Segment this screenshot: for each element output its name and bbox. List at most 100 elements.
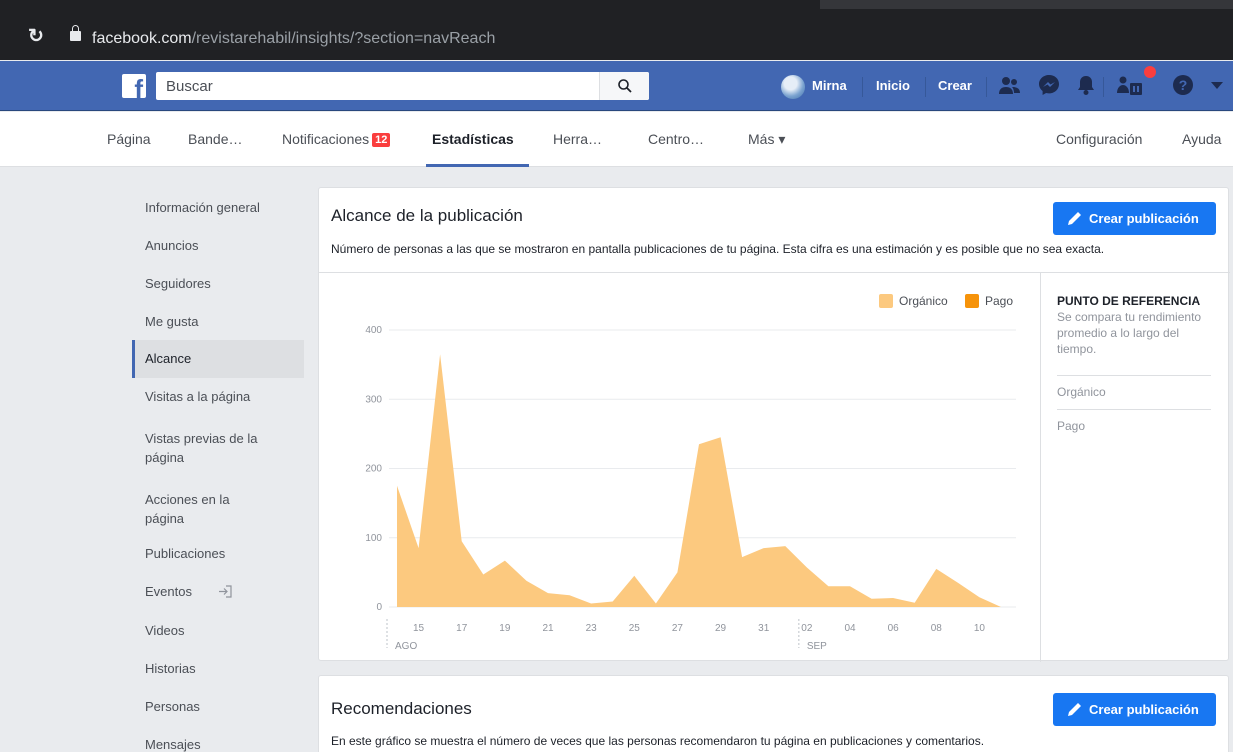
x-tick-label: 15 — [413, 623, 425, 634]
address-bar[interactable]: facebook.com/revistarehabil/insights/?se… — [92, 29, 495, 49]
card-title: Recomendaciones — [331, 699, 472, 718]
home-link[interactable]: Inicio — [876, 61, 910, 111]
y-tick-label: 0 — [376, 602, 382, 613]
card-description: Número de personas a las que se mostraro… — [331, 242, 1105, 256]
tab-notifications-label: Notificaciones — [282, 131, 370, 147]
y-tick-label: 300 — [365, 394, 382, 405]
create-post-button[interactable]: Crear publicación — [1053, 202, 1216, 235]
sidebar-item-reach[interactable]: Alcance — [132, 340, 304, 378]
page-roles-icon[interactable] — [1116, 74, 1146, 98]
benchmark-panel: PUNTO DE REFERENCIA Se compara tu rendim… — [1040, 272, 1230, 662]
x-tick-label: 08 — [931, 623, 943, 634]
create-post-label: Crear publicación — [1089, 702, 1199, 717]
external-link-icon — [219, 585, 232, 598]
card-title: Alcance de la publicación — [331, 206, 523, 225]
pencil-icon — [1068, 703, 1081, 716]
page-tabs-bar: Página Bande… Notificaciones 12 Estadísti… — [0, 112, 1233, 167]
sidebar-item-likes[interactable]: Me gusta — [132, 312, 304, 331]
legend-label: Orgánico — [899, 294, 948, 308]
month-label: AGO — [395, 641, 417, 652]
sidebar-item-messages[interactable]: Mensajes — [132, 735, 304, 752]
sidebar-item-followers[interactable]: Seguidores — [132, 274, 304, 293]
profile-link[interactable]: Mirna — [812, 61, 847, 111]
facebook-top-bar: f Buscar Mirna Inicio Crear ? — [0, 61, 1233, 111]
account-menu-caret-icon[interactable] — [1211, 82, 1223, 90]
url-path: /revistarehabil/insights/?section=navRea… — [191, 30, 496, 47]
series-area-organic — [397, 354, 1001, 607]
messenger-icon[interactable] — [1038, 74, 1060, 96]
sidebar-item-overview[interactable]: Información general — [132, 198, 304, 217]
lock-icon[interactable] — [70, 25, 81, 41]
x-tick-label: 06 — [888, 623, 900, 634]
sidebar-item-events[interactable]: Eventos — [132, 582, 304, 601]
x-tick-label: 02 — [801, 623, 813, 634]
sidebar-item-page-views[interactable]: Visitas a la página — [132, 387, 304, 406]
friend-requests-icon[interactable] — [998, 74, 1022, 96]
x-tick-label: 23 — [586, 623, 598, 634]
tab-inbox[interactable]: Bande… — [188, 130, 242, 148]
benchmark-organic-label[interactable]: Orgánico — [1057, 385, 1106, 399]
month-label: SEP — [807, 641, 827, 652]
legend-swatch — [965, 294, 979, 308]
legend-label: Pago — [985, 294, 1013, 308]
search-box[interactable]: Buscar — [156, 72, 649, 100]
sidebar-item-stories[interactable]: Historias — [132, 659, 304, 678]
x-tick-label: 17 — [456, 623, 468, 634]
benchmark-text: Se compara tu rendimiento promedio a lo … — [1057, 310, 1202, 356]
svg-text:?: ? — [1179, 77, 1188, 93]
post-reach-card: Alcance de la publicación Número de pers… — [318, 187, 1230, 663]
notification-count-badge: 12 — [372, 133, 391, 147]
x-tick-label: 19 — [499, 623, 511, 634]
x-tick-label: 25 — [629, 623, 641, 634]
sidebar-item-videos[interactable]: Videos — [132, 621, 304, 640]
pencil-icon — [1068, 212, 1081, 225]
browser-tab-strip — [0, 0, 1233, 9]
tab-page[interactable]: Página — [107, 130, 151, 148]
search-icon — [618, 79, 632, 93]
x-tick-label: 29 — [715, 623, 727, 634]
create-post-button[interactable]: Crear publicación — [1053, 693, 1216, 726]
legend-swatch — [879, 294, 893, 308]
y-tick-label: 200 — [365, 464, 382, 475]
facebook-logo-icon[interactable]: f — [122, 74, 146, 102]
sidebar-item-people[interactable]: Personas — [132, 697, 304, 716]
help-icon[interactable]: ? — [1172, 74, 1194, 96]
search-button[interactable] — [599, 72, 649, 100]
x-tick-label: 10 — [974, 623, 986, 634]
sidebar-item-page-actions[interactable]: Acciones en la página — [132, 490, 262, 528]
avatar[interactable] — [781, 75, 805, 99]
x-tick-label: 31 — [758, 623, 770, 634]
y-tick-label: 400 — [365, 325, 382, 336]
sidebar-item-page-previews[interactable]: Vistas previas de la página — [132, 429, 272, 467]
reload-icon[interactable]: ↻ — [28, 27, 44, 47]
sidebar-item-ads[interactable]: Anuncios — [132, 236, 304, 255]
x-tick-label: 21 — [542, 623, 554, 634]
divider — [1057, 409, 1211, 410]
notification-dot — [1144, 66, 1156, 78]
notifications-bell-icon[interactable] — [1076, 74, 1096, 96]
create-post-label: Crear publicación — [1089, 211, 1199, 226]
active-tab-indicator — [426, 164, 529, 167]
x-tick-label: 04 — [844, 623, 856, 634]
tab-notifications[interactable]: Notificaciones 12 — [282, 130, 391, 148]
tab-publishing-tools[interactable]: Herra… — [553, 130, 602, 148]
tab-settings[interactable]: Configuración — [1056, 130, 1142, 148]
tab-more[interactable]: Más ▾ — [748, 130, 785, 148]
url-host: facebook.com — [92, 30, 192, 47]
reach-area-chart[interactable]: 0 100 200 300 400 15 17 19 21 23 25 27 29 31 02 04 06 08 1… — [319, 273, 1040, 663]
create-link[interactable]: Crear — [938, 61, 972, 111]
benchmark-paid-label[interactable]: Pago — [1057, 419, 1085, 433]
y-tick-label: 100 — [365, 533, 382, 544]
card-description: En este gráfico se muestra el número de … — [331, 734, 985, 748]
browser-toolbar: ↻ facebook.com/revistarehabil/insights/?… — [0, 0, 1233, 60]
divider — [1057, 375, 1211, 376]
x-tick-label: 27 — [672, 623, 684, 634]
recommendations-card: Recomendaciones En este gráfico se muest… — [318, 675, 1229, 752]
search-input[interactable]: Buscar — [166, 78, 213, 95]
tab-help[interactable]: Ayuda — [1182, 130, 1221, 148]
sidebar-item-events-label: Eventos — [145, 584, 192, 599]
tab-insights[interactable]: Estadísticas — [432, 130, 514, 148]
benchmark-title: PUNTO DE REFERENCIA — [1057, 294, 1201, 308]
tab-ad-center[interactable]: Centro… — [648, 130, 704, 148]
sidebar-item-posts[interactable]: Publicaciones — [132, 544, 304, 563]
